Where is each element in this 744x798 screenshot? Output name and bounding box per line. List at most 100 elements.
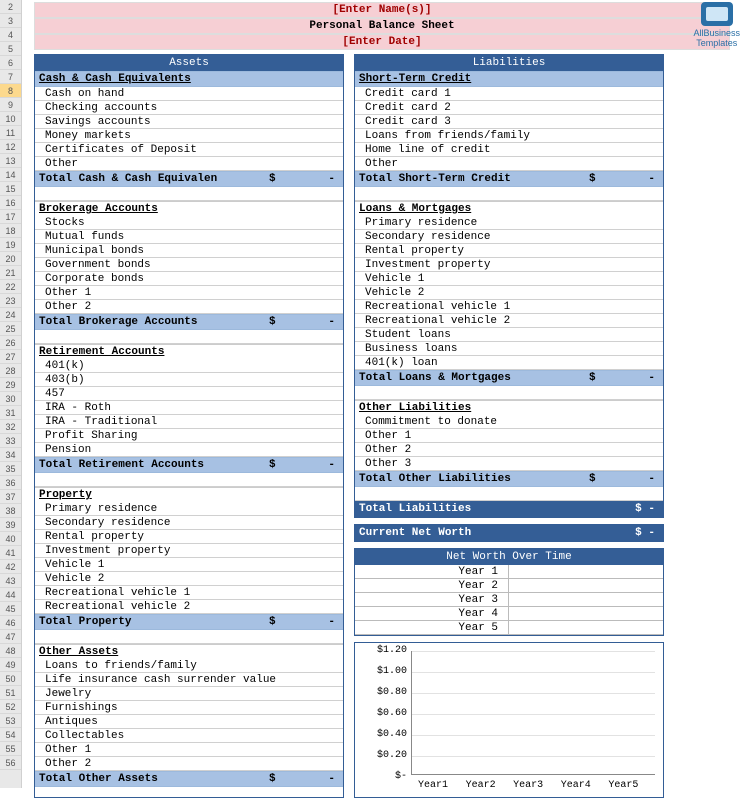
- row-header-38[interactable]: 38: [0, 504, 21, 518]
- short-credit-item-4[interactable]: Home line of credit: [355, 143, 663, 157]
- row-header-46[interactable]: 46: [0, 616, 21, 630]
- brokerage-item-3[interactable]: Government bonds: [35, 258, 343, 272]
- row-header-39[interactable]: 39: [0, 518, 21, 532]
- name-placeholder[interactable]: [Enter Name(s)]: [34, 2, 730, 18]
- other-liab-item-1[interactable]: Other 1: [355, 429, 663, 443]
- row-header-21[interactable]: 21: [0, 266, 21, 280]
- property-item-3[interactable]: Investment property: [35, 544, 343, 558]
- row-header-5[interactable]: 5: [0, 42, 21, 56]
- brokerage-item-2[interactable]: Municipal bonds: [35, 244, 343, 258]
- cash-item-4[interactable]: Certificates of Deposit: [35, 143, 343, 157]
- networth-row-4[interactable]: Year 5: [355, 621, 663, 635]
- networth-row-value[interactable]: [509, 621, 663, 634]
- other-assets-item-4[interactable]: Antiques: [35, 715, 343, 729]
- networth-row-0[interactable]: Year 1: [355, 565, 663, 579]
- loans-item-8[interactable]: Student loans: [355, 328, 663, 342]
- networth-row-value[interactable]: [509, 593, 663, 606]
- row-header-2[interactable]: 2: [0, 0, 21, 14]
- networth-row-1[interactable]: Year 2: [355, 579, 663, 593]
- property-item-6[interactable]: Recreational vehicle 1: [35, 586, 343, 600]
- row-header-25[interactable]: 25: [0, 322, 21, 336]
- row-header-41[interactable]: 41: [0, 546, 21, 560]
- row-header-14[interactable]: 14: [0, 168, 21, 182]
- loans-item-10[interactable]: 401(k) loan: [355, 356, 663, 370]
- row-header-27[interactable]: 27: [0, 350, 21, 364]
- row-header-45[interactable]: 45: [0, 602, 21, 616]
- other-assets-item-0[interactable]: Loans to friends/family: [35, 659, 343, 673]
- brokerage-item-5[interactable]: Other 1: [35, 286, 343, 300]
- networth-row-2[interactable]: Year 3: [355, 593, 663, 607]
- brokerage-item-1[interactable]: Mutual funds: [35, 230, 343, 244]
- loans-item-2[interactable]: Rental property: [355, 244, 663, 258]
- other-liab-item-2[interactable]: Other 2: [355, 443, 663, 457]
- row-header-56[interactable]: 56: [0, 756, 21, 770]
- cash-item-1[interactable]: Checking accounts: [35, 101, 343, 115]
- networth-row-value[interactable]: [509, 565, 663, 578]
- short-credit-item-0[interactable]: Credit card 1: [355, 87, 663, 101]
- row-header-28[interactable]: 28: [0, 364, 21, 378]
- loans-item-7[interactable]: Recreational vehicle 2: [355, 314, 663, 328]
- row-header-34[interactable]: 34: [0, 448, 21, 462]
- row-header-7[interactable]: 7: [0, 70, 21, 84]
- row-header-31[interactable]: 31: [0, 406, 21, 420]
- property-item-2[interactable]: Rental property: [35, 530, 343, 544]
- property-item-5[interactable]: Vehicle 2: [35, 572, 343, 586]
- other-assets-item-1[interactable]: Life insurance cash surrender value: [35, 673, 343, 687]
- other-assets-item-6[interactable]: Other 1: [35, 743, 343, 757]
- row-header-36[interactable]: 36: [0, 476, 21, 490]
- short-credit-item-3[interactable]: Loans from friends/family: [355, 129, 663, 143]
- row-header-48[interactable]: 48: [0, 644, 21, 658]
- other-assets-item-5[interactable]: Collectables: [35, 729, 343, 743]
- cash-item-2[interactable]: Savings accounts: [35, 115, 343, 129]
- row-header-16[interactable]: 16: [0, 196, 21, 210]
- row-header-24[interactable]: 24: [0, 308, 21, 322]
- other-assets-item-7[interactable]: Other 2: [35, 757, 343, 771]
- row-header-33[interactable]: 33: [0, 434, 21, 448]
- row-header-3[interactable]: 3: [0, 14, 21, 28]
- other-assets-item-3[interactable]: Furnishings: [35, 701, 343, 715]
- loans-item-3[interactable]: Investment property: [355, 258, 663, 272]
- property-item-0[interactable]: Primary residence: [35, 502, 343, 516]
- row-header-55[interactable]: 55: [0, 742, 21, 756]
- retirement-item-4[interactable]: IRA - Traditional: [35, 415, 343, 429]
- row-header-51[interactable]: 51: [0, 686, 21, 700]
- row-header-22[interactable]: 22: [0, 280, 21, 294]
- brokerage-item-4[interactable]: Corporate bonds: [35, 272, 343, 286]
- retirement-item-0[interactable]: 401(k): [35, 359, 343, 373]
- networth-row-3[interactable]: Year 4: [355, 607, 663, 621]
- row-header-35[interactable]: 35: [0, 462, 21, 476]
- cash-item-0[interactable]: Cash on hand: [35, 87, 343, 101]
- property-item-7[interactable]: Recreational vehicle 2: [35, 600, 343, 614]
- retirement-item-1[interactable]: 403(b): [35, 373, 343, 387]
- row-header-8[interactable]: 8: [0, 84, 21, 98]
- loans-item-4[interactable]: Vehicle 1: [355, 272, 663, 286]
- row-header-37[interactable]: 37: [0, 490, 21, 504]
- row-header-53[interactable]: 53: [0, 714, 21, 728]
- row-header-42[interactable]: 42: [0, 560, 21, 574]
- row-header-20[interactable]: 20: [0, 252, 21, 266]
- loans-item-6[interactable]: Recreational vehicle 1: [355, 300, 663, 314]
- row-header-23[interactable]: 23: [0, 294, 21, 308]
- row-header-13[interactable]: 13: [0, 154, 21, 168]
- cash-item-5[interactable]: Other: [35, 157, 343, 171]
- property-item-4[interactable]: Vehicle 1: [35, 558, 343, 572]
- retirement-item-2[interactable]: 457: [35, 387, 343, 401]
- retirement-item-6[interactable]: Pension: [35, 443, 343, 457]
- loans-item-1[interactable]: Secondary residence: [355, 230, 663, 244]
- retirement-item-3[interactable]: IRA - Roth: [35, 401, 343, 415]
- row-header-54[interactable]: 54: [0, 728, 21, 742]
- row-header-17[interactable]: 17: [0, 210, 21, 224]
- row-header-26[interactable]: 26: [0, 336, 21, 350]
- row-header-43[interactable]: 43: [0, 574, 21, 588]
- row-header-47[interactable]: 47: [0, 630, 21, 644]
- date-placeholder[interactable]: [Enter Date]: [34, 34, 730, 50]
- networth-row-value[interactable]: [509, 579, 663, 592]
- other-assets-item-2[interactable]: Jewelry: [35, 687, 343, 701]
- row-header-29[interactable]: 29: [0, 378, 21, 392]
- row-header-30[interactable]: 30: [0, 392, 21, 406]
- short-credit-item-1[interactable]: Credit card 2: [355, 101, 663, 115]
- other-liab-item-3[interactable]: Other 3: [355, 457, 663, 471]
- loans-item-9[interactable]: Business loans: [355, 342, 663, 356]
- row-header-15[interactable]: 15: [0, 182, 21, 196]
- row-header-9[interactable]: 9: [0, 98, 21, 112]
